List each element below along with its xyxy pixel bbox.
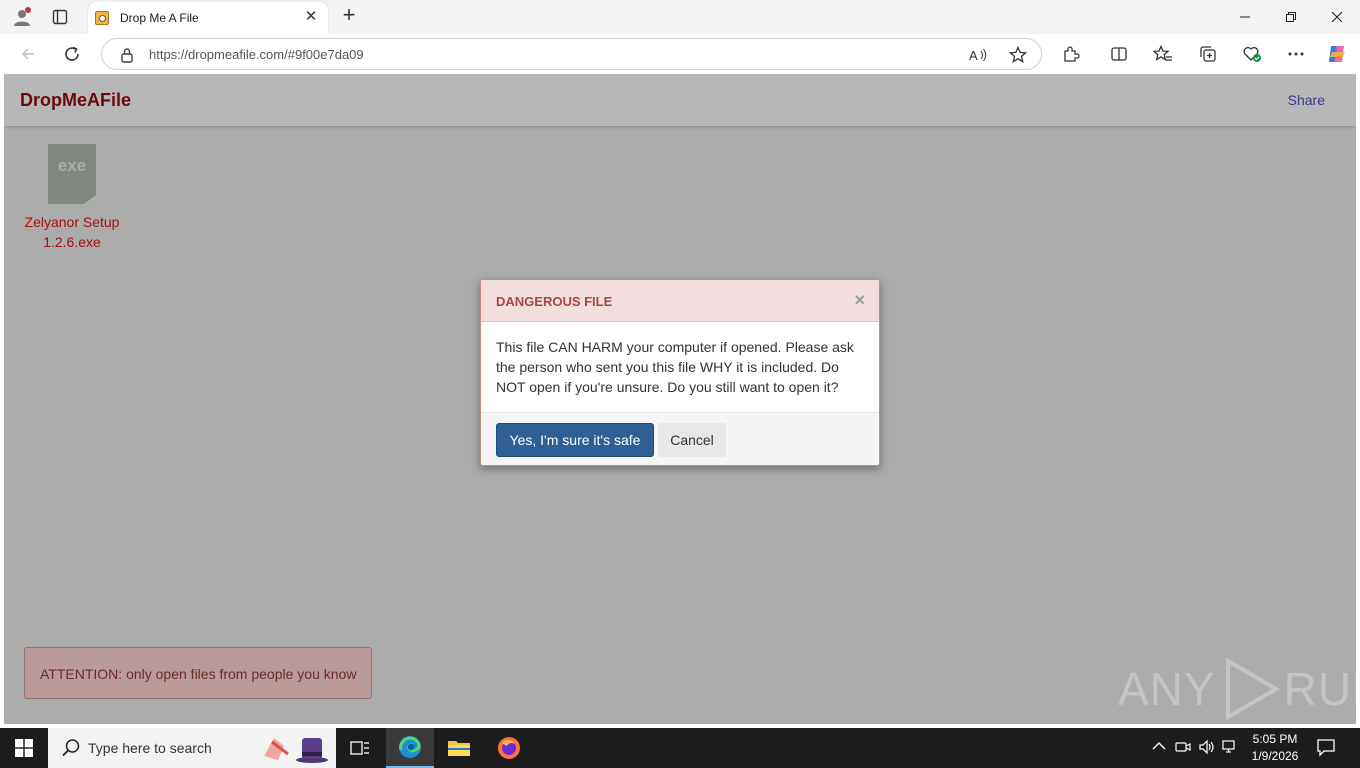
search-icon: [61, 738, 81, 763]
tab-title: Drop Me A File: [120, 11, 199, 25]
dialog-close-icon[interactable]: ×: [854, 290, 865, 311]
network-icon[interactable]: [1222, 739, 1238, 758]
file-icon-label: exe: [57, 156, 87, 175]
browser-tab-bar: Drop Me A File ✕ +: [0, 0, 1360, 34]
new-tab-icon[interactable]: +: [338, 4, 360, 27]
windows-taskbar: Type here to search 5:05 PM 1/9/2026: [0, 728, 1360, 768]
show-hidden-icons-icon[interactable]: [1152, 739, 1166, 754]
firefox-icon[interactable]: [485, 728, 533, 768]
edge-browser-icon[interactable]: [386, 728, 434, 768]
site-header: DropMeAFile Share: [4, 74, 1356, 126]
file-name[interactable]: Zelyanor Setup 1.2.6.exe: [18, 212, 126, 252]
volume-icon[interactable]: [1198, 739, 1216, 758]
clock-time: 5:05 PM: [1252, 732, 1298, 746]
search-placeholder: Type here to search: [88, 740, 212, 756]
file-item[interactable]: exe Zelyanor Setup 1.2.6.exe: [18, 144, 126, 252]
file-explorer-icon[interactable]: [435, 728, 483, 768]
dialog-header: DANGEROUS FILE ×: [481, 280, 879, 322]
dangerous-file-dialog: DANGEROUS FILE × This file CAN HARM your…: [480, 279, 880, 466]
search-highlight-icon: [264, 738, 328, 763]
site-favicon-icon: [95, 11, 109, 25]
cancel-button[interactable]: Cancel: [658, 423, 726, 457]
dialog-footer: Yes, I'm sure it's safe Cancel: [481, 412, 879, 465]
watermark-right-text: RUN: [1283, 663, 1356, 715]
watermark-left-text: ANY: [1118, 663, 1216, 715]
collections-icon[interactable]: [1197, 44, 1219, 64]
dialog-title: DANGEROUS FILE: [496, 294, 613, 309]
more-options-icon[interactable]: [1285, 44, 1307, 64]
dialog-message: This file CAN HARM your computer if open…: [496, 339, 854, 395]
clock-date: 1/9/2026: [1251, 749, 1299, 763]
browser-toolbar: https://dropmeafile.com/#9f00e7da09 A: [0, 34, 1360, 74]
close-window-icon[interactable]: [1314, 0, 1360, 34]
favorites-icon[interactable]: [1152, 44, 1174, 64]
restore-icon[interactable]: [1268, 0, 1314, 34]
lock-icon[interactable]: [120, 47, 134, 68]
windows-start-icon[interactable]: [0, 728, 48, 768]
taskbar-clock[interactable]: 5:05 PM 1/9/2026: [1240, 731, 1310, 765]
attention-alert: ATTENTION: only open files from people y…: [24, 647, 372, 699]
minimize-icon[interactable]: [1222, 0, 1268, 34]
anyrun-watermark: ANY RUN: [1118, 656, 1356, 722]
browser-tab[interactable]: Drop Me A File ✕: [88, 2, 328, 34]
copilot-icon[interactable]: [1326, 44, 1348, 64]
refresh-icon[interactable]: [59, 42, 85, 66]
tab-close-icon[interactable]: ✕: [302, 8, 320, 26]
url-text[interactable]: https://dropmeafile.com/#9f00e7da09: [149, 47, 364, 62]
task-view-icon[interactable]: [336, 728, 384, 768]
favorite-star-icon[interactable]: [1008, 45, 1028, 65]
svg-text:A: A: [969, 48, 978, 63]
tab-actions-icon[interactable]: [46, 5, 74, 29]
split-screen-icon[interactable]: [1108, 44, 1130, 64]
exe-file-icon[interactable]: exe: [48, 144, 96, 204]
notification-icon[interactable]: [1316, 737, 1336, 762]
profile-icon[interactable]: [8, 5, 36, 29]
file-name-line1: Zelyanor Setup: [24, 214, 120, 230]
confirm-open-button[interactable]: Yes, I'm sure it's safe: [496, 423, 654, 457]
file-name-line2: 1.2.6.exe: [43, 234, 101, 250]
browser-essentials-icon[interactable]: [1241, 44, 1263, 64]
play-logo-icon: [1225, 658, 1280, 720]
extensions-icon[interactable]: [1060, 44, 1082, 64]
meet-now-icon[interactable]: [1175, 739, 1191, 758]
site-brand-logo[interactable]: DropMeAFile: [20, 90, 131, 111]
back-icon[interactable]: [15, 42, 41, 66]
read-aloud-icon[interactable]: A: [968, 45, 988, 65]
attention-text: ATTENTION: only open files from people y…: [40, 666, 357, 682]
taskbar-search-box[interactable]: Type here to search: [48, 728, 336, 768]
address-bar[interactable]: https://dropmeafile.com/#9f00e7da09 A: [101, 38, 1042, 70]
share-link[interactable]: Share: [1288, 92, 1325, 108]
